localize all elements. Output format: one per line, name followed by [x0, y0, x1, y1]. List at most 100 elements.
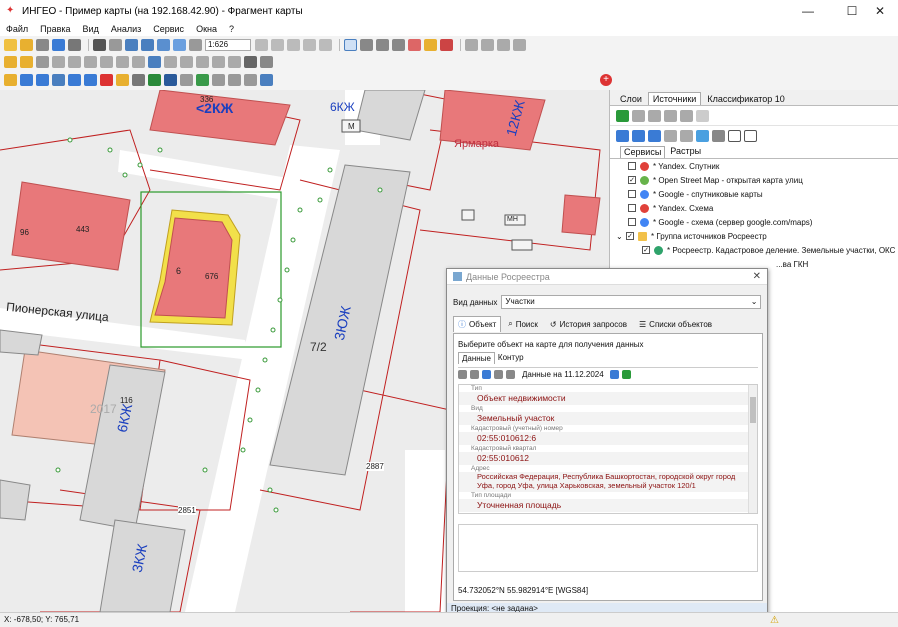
checkbox[interactable]: ✓: [642, 246, 650, 254]
property-box[interactable]: Тип Объект недвижимости Вид Земельный уч…: [458, 384, 758, 514]
checkbox-checked-icon[interactable]: [744, 130, 757, 142]
xls-icon[interactable]: [148, 74, 161, 86]
page-icon[interactable]: [255, 38, 268, 51]
tab-object[interactable]: ⓘ Объект: [453, 316, 502, 332]
menu-analysis[interactable]: Анализ: [111, 24, 141, 34]
checkbox-icon[interactable]: [728, 130, 741, 142]
tool-f-icon[interactable]: [212, 74, 225, 86]
select-arrow-icon[interactable]: [344, 38, 357, 51]
tab-search[interactable]: ⌕ Поиск: [503, 316, 543, 332]
info-icon[interactable]: [68, 74, 81, 86]
menu-help[interactable]: ?: [229, 24, 234, 34]
checkbox[interactable]: [628, 162, 636, 170]
chevron-down-icon[interactable]: ⌄: [616, 232, 626, 241]
export-icon[interactable]: [20, 74, 33, 86]
snap-icon[interactable]: [52, 55, 65, 68]
up-icon[interactable]: [664, 109, 677, 122]
detail-box[interactable]: [458, 524, 758, 572]
menu-edit[interactable]: Правка: [40, 24, 70, 34]
list-item[interactable]: ✓ * Росреестр. Кадастровое деление. Земел…: [616, 243, 898, 257]
list-item[interactable]: * Yandex. Схема: [616, 201, 898, 215]
table-icon[interactable]: [632, 130, 645, 142]
lasso-icon[interactable]: [392, 38, 405, 51]
list-item[interactable]: * Yandex. Спутник: [616, 159, 898, 173]
color-icon[interactable]: [440, 38, 453, 51]
poly-select-icon[interactable]: [376, 38, 389, 51]
checkbox[interactable]: [628, 190, 636, 198]
globe-icon[interactable]: [196, 74, 209, 86]
close-icon[interactable]: ✕: [753, 271, 761, 282]
copy-icon[interactable]: [470, 370, 479, 379]
print-icon[interactable]: [68, 38, 81, 51]
menu-file[interactable]: Файл: [6, 24, 28, 34]
delete-icon[interactable]: [648, 109, 661, 122]
open-icon[interactable]: [4, 38, 17, 51]
subtab-services[interactable]: Сервисы: [620, 146, 666, 158]
highlight-icon[interactable]: [116, 74, 129, 86]
edit-layer-icon[interactable]: [4, 55, 17, 68]
scale-input[interactable]: 1:626: [205, 38, 251, 51]
image-icon[interactable]: [648, 130, 661, 142]
page2-icon[interactable]: [271, 38, 284, 51]
cut-icon[interactable]: [196, 55, 209, 68]
fullscreen-icon[interactable]: [458, 370, 467, 379]
ungroup-icon[interactable]: [228, 55, 241, 68]
expand-icon[interactable]: [696, 109, 709, 122]
tool-b-icon[interactable]: [481, 38, 494, 51]
minimize-button[interactable]: —: [790, 0, 826, 22]
doc-icon[interactable]: [319, 38, 332, 51]
tab-lists[interactable]: ☰ Списки объектов: [634, 316, 717, 332]
list-item[interactable]: * Google - схема (сервер google.com/maps…: [616, 215, 898, 229]
zoom-in-icon[interactable]: [125, 38, 138, 51]
list-icon[interactable]: [506, 370, 515, 379]
tab-sources[interactable]: Источники: [647, 92, 702, 105]
tab-layers[interactable]: Слои: [616, 93, 646, 105]
tab-data[interactable]: Данные: [458, 352, 495, 364]
checkbox[interactable]: ✓: [626, 232, 634, 240]
down-icon[interactable]: [680, 109, 693, 122]
menu-service[interactable]: Сервис: [153, 24, 184, 34]
rect-select-icon[interactable]: [360, 38, 373, 51]
add-icon[interactable]: [616, 109, 629, 122]
zoom-out-icon[interactable]: [141, 38, 154, 51]
search-icon[interactable]: [52, 74, 65, 86]
merge-icon[interactable]: [132, 55, 145, 68]
tool-e-icon[interactable]: [180, 74, 193, 86]
hand-icon[interactable]: [109, 38, 122, 51]
zoom-window-icon[interactable]: [173, 38, 186, 51]
chart-icon[interactable]: [696, 130, 709, 142]
add-red-icon[interactable]: +: [600, 74, 612, 86]
split-icon[interactable]: [116, 55, 129, 68]
list-item[interactable]: * Google - спутниковые карты: [616, 187, 898, 201]
view-select[interactable]: Участки ⌄: [501, 295, 762, 309]
help-icon[interactable]: [260, 74, 273, 86]
tab-contour[interactable]: Контур: [495, 352, 527, 364]
group-icon[interactable]: [212, 55, 225, 68]
save-src-icon[interactable]: [664, 130, 677, 142]
menu-windows[interactable]: Окна: [196, 24, 217, 34]
undo-icon[interactable]: [148, 55, 161, 68]
list-item[interactable]: ⌄ ✓ * Группа источников Росреестр: [616, 229, 898, 243]
menu-view[interactable]: Вид: [83, 24, 99, 34]
zoom-extent-icon[interactable]: [157, 38, 170, 51]
list-icon[interactable]: [616, 130, 629, 142]
tab-classifier[interactable]: Классификатор 10: [703, 93, 788, 105]
edit-icon[interactable]: [632, 109, 645, 122]
edit-object-icon[interactable]: [20, 55, 33, 68]
move-icon[interactable]: [68, 55, 81, 68]
fill-icon[interactable]: [260, 55, 273, 68]
scale-icon[interactable]: [100, 55, 113, 68]
checkbox[interactable]: [628, 204, 636, 212]
scrollbar-thumb[interactable]: [750, 397, 756, 423]
convert-icon[interactable]: [36, 74, 49, 86]
stop-icon[interactable]: [100, 74, 113, 86]
paste-icon[interactable]: [180, 55, 193, 68]
copy-icon[interactable]: [164, 55, 177, 68]
list-item[interactable]: ✓ * Open Street Map - открытая карта улиц: [616, 173, 898, 187]
disk-icon[interactable]: [36, 38, 49, 51]
download-icon[interactable]: [482, 370, 491, 379]
page3-icon[interactable]: [287, 38, 300, 51]
settings-icon[interactable]: [712, 130, 725, 142]
tool-c-icon[interactable]: [497, 38, 510, 51]
doc-src-icon[interactable]: [680, 130, 693, 142]
